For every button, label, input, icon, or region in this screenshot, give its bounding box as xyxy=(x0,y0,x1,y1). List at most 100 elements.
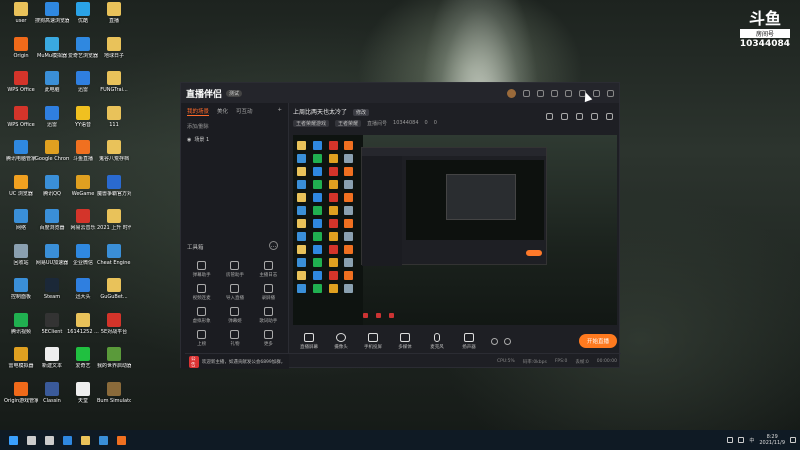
desktop-icon[interactable]: 迅大头 xyxy=(66,278,100,300)
desktop-icon[interactable]: 优酷 xyxy=(66,2,100,24)
desktop-icon[interactable]: Classin xyxy=(35,381,69,404)
maximize-icon[interactable] xyxy=(593,89,600,97)
tab-my-scene[interactable]: 我的场景 xyxy=(187,107,210,116)
screen-capture-button[interactable]: 直播屏幕 xyxy=(293,332,325,350)
notice-bar[interactable]: 公告 欢迎新主播，如遇贡献发公会6899加群，请点获取专号享受权益 xyxy=(185,353,289,369)
desktop-icon[interactable]: 网络 xyxy=(4,209,38,231)
speaker-button[interactable]: 扬声器 xyxy=(453,332,485,350)
menu-icon[interactable] xyxy=(565,89,572,97)
clock[interactable]: 8:29 2021/11/9 xyxy=(759,434,785,446)
camera-button[interactable]: 摄像头 xyxy=(325,332,357,350)
store-icon[interactable] xyxy=(94,430,112,450)
input-language[interactable]: 中 xyxy=(749,437,754,444)
desktop-icon[interactable]: Origin游戏管家 xyxy=(4,381,38,404)
desktop-icon[interactable]: Google Chrome xyxy=(35,140,69,162)
tool-button[interactable]: 录屏播 xyxy=(252,284,285,301)
desktop-icon[interactable]: 搜狗高速浏览器 xyxy=(35,2,69,24)
desktop-icon[interactable]: UC 浏览器 xyxy=(4,174,38,197)
tag-chip[interactable]: 王者荣耀 xyxy=(335,120,362,127)
settings-icon[interactable] xyxy=(546,113,553,120)
desktop-icon[interactable]: 16141252 ... xyxy=(66,312,100,335)
media-button[interactable]: 多媒体 xyxy=(389,332,421,350)
tool-button[interactable]: 更多 xyxy=(252,330,285,347)
desktop-icon[interactable]: Steam xyxy=(35,278,69,300)
desktop-icon[interactable]: 控制面板 xyxy=(4,278,38,300)
tool-button[interactable]: 歌词助手 xyxy=(252,307,285,324)
live-preview[interactable] xyxy=(293,135,617,325)
desktop-icon[interactable]: 迅雷 xyxy=(35,105,69,128)
explorer-icon[interactable] xyxy=(76,430,94,450)
search-icon[interactable] xyxy=(22,430,40,450)
desktop-icon[interactable]: 5E对战平台 xyxy=(97,312,131,335)
gift-icon[interactable] xyxy=(537,89,544,97)
start-icon[interactable] xyxy=(4,430,22,450)
window-titlebar[interactable]: 直播伴侣 测试 xyxy=(181,83,619,103)
edit-title-button[interactable]: 修改 xyxy=(352,109,369,116)
gift-icon[interactable] xyxy=(576,113,583,120)
desktop-icon[interactable]: 百度浏览器 xyxy=(35,209,69,231)
desktop-icon[interactable]: 腾讯QQ xyxy=(35,174,69,197)
tool-button[interactable]: 上榜 xyxy=(185,330,218,347)
shirt-icon[interactable] xyxy=(551,89,558,97)
desktop-icon[interactable]: 网易云音乐 xyxy=(66,209,100,231)
notification-icon[interactable] xyxy=(790,437,796,443)
room-title[interactable]: 上周比两天也太冷了 xyxy=(293,109,347,116)
avatar[interactable] xyxy=(507,88,516,98)
desktop-icon[interactable]: 地球日子 xyxy=(97,36,131,59)
desktop-icon[interactable]: 此电脑 xyxy=(35,71,69,93)
desktop-icon[interactable]: YY语音 xyxy=(66,105,100,128)
lock-icon[interactable] xyxy=(561,113,568,120)
tool-button[interactable]: 房管助手 xyxy=(218,261,251,278)
gear-icon[interactable] xyxy=(504,337,511,345)
tab-interactive[interactable]: 可互动 xyxy=(236,107,253,116)
microphone-button[interactable]: 麦克风 xyxy=(421,332,453,350)
scene-item[interactable]: ◉ 场景 1 xyxy=(181,133,288,146)
volume-icon[interactable] xyxy=(738,437,745,443)
desktop-icon[interactable]: 直播 xyxy=(97,2,131,24)
desktop-icon[interactable]: 爱奇艺 xyxy=(66,347,100,369)
category-chip[interactable]: 王者荣耀游戏 xyxy=(293,120,330,127)
edge-icon[interactable] xyxy=(58,430,76,450)
douyu-live-icon[interactable] xyxy=(112,430,130,450)
desktop-icon[interactable]: FUNGTrai... xyxy=(97,71,131,93)
close-icon[interactable] xyxy=(607,89,614,97)
desktop-icon[interactable]: Bum Simulator xyxy=(97,381,131,404)
desktop-icon[interactable]: 雷电模拟器 xyxy=(4,347,38,369)
desktop-icon[interactable]: 迅雷 xyxy=(66,71,100,93)
scene-header[interactable]: 添加/删除 xyxy=(181,120,288,133)
tool-button[interactable]: 礼物 xyxy=(218,330,251,347)
desktop-icon[interactable]: WPS Office xyxy=(4,105,38,128)
desktop-icon[interactable]: Cheat Engine 7.2 xyxy=(97,243,131,266)
phone-cast-button[interactable]: 手机投屏 xyxy=(357,332,389,350)
tab-beauty[interactable]: 美化 xyxy=(217,107,228,116)
desktop-icon[interactable]: 爱奇艺浏览器 xyxy=(66,36,100,59)
desktop-icon[interactable]: GuGuBet... xyxy=(97,278,131,300)
share-icon[interactable] xyxy=(606,113,613,120)
start-live-button[interactable]: 开始直播 xyxy=(578,334,617,348)
desktop-icon[interactable]: WPS Office xyxy=(4,71,38,93)
desktop-icon[interactable]: MuMu模拟器 xyxy=(35,36,69,59)
message-icon[interactable] xyxy=(523,89,530,97)
desktop-icon[interactable]: 5EClient xyxy=(35,312,69,335)
toolbox-more-icon[interactable]: … xyxy=(269,241,278,250)
desktop-icon[interactable]: 我的世界启动器 xyxy=(97,347,131,369)
bell-icon[interactable] xyxy=(591,113,598,120)
desktop-icon[interactable]: 斗鱼直播 xyxy=(66,140,100,162)
tool-button[interactable]: 弹幕助手 xyxy=(185,261,218,278)
eye-icon[interactable]: ◉ xyxy=(187,137,191,143)
desktop-icon[interactable]: 魔兽争霸官方对战平台 xyxy=(97,174,131,197)
desktop-icon[interactable]: 腾讯电脑管家 xyxy=(4,140,38,162)
desktop-icon[interactable]: 新建文本 xyxy=(35,347,69,369)
desktop-icon[interactable]: user xyxy=(4,2,38,24)
desktop-icon[interactable]: 腾讯视频 xyxy=(4,312,38,335)
tool-button[interactable]: 虚拟形象 xyxy=(185,307,218,324)
desktop-icon[interactable]: Origin xyxy=(4,36,38,59)
tool-button[interactable]: 弹幕姬 xyxy=(218,307,251,324)
tool-button[interactable]: 导入直播 xyxy=(218,284,251,301)
desktop-icon[interactable]: 2021 上升 时代 工商... xyxy=(97,209,131,231)
tool-button[interactable]: 视频连麦 xyxy=(185,284,218,301)
eye-icon[interactable] xyxy=(491,337,498,345)
desktop-icon[interactable]: 111 xyxy=(97,105,131,128)
desktop-icon[interactable]: 企业微信 xyxy=(66,243,100,266)
desktop-icon[interactable]: 天堂 xyxy=(66,381,100,404)
